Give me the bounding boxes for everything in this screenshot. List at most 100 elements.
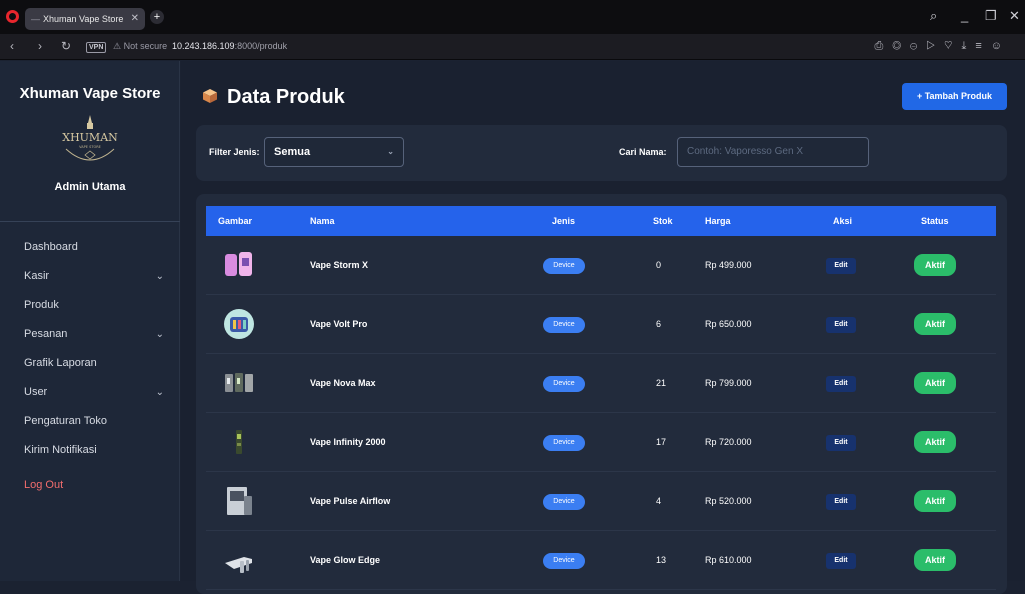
column-header: Jenis (552, 216, 576, 226)
table-row: Vape Volt Pro Device 6 Rp 650.000 Edit A… (206, 295, 996, 354)
table-header: Gambar Nama Jenis Stok Harga Aksi Status (206, 206, 996, 236)
search-name-label: Cari Nama: (619, 147, 667, 157)
column-header: Harga (705, 216, 731, 226)
restore-icon[interactable]: ❐ (985, 8, 997, 24)
not-secure-indicator[interactable]: ⚠ Not secure (113, 41, 167, 52)
logo-subtext: VAPE STORE (79, 145, 101, 149)
table-row: Vape Glow Edge Device 13 Rp 610.000 Edit… (206, 531, 996, 590)
vpn-badge[interactable]: VPN (86, 42, 107, 53)
stock-value: 13 (656, 555, 667, 565)
browser-toolbar-icons[interactable]: ⎙◎⊝▷♡⤓≡☺ (875, 40, 1011, 53)
close-icon[interactable]: ✕ (1009, 8, 1020, 24)
search-icon[interactable]: ⌕ (930, 8, 937, 24)
chevron-down-icon: ⌄ (155, 329, 164, 340)
product-name: Vape Volt Pro (310, 319, 368, 329)
edit-button[interactable]: Edit (826, 553, 856, 569)
status-toggle[interactable]: Aktif (914, 549, 956, 571)
url-field[interactable]: 10.243.186.109:8000/produk (172, 41, 287, 51)
product-name: Vape Glow Edge (310, 555, 381, 565)
edit-button[interactable]: Edit (826, 435, 856, 451)
type-badge: Device (543, 376, 585, 392)
column-header: Aksi (833, 216, 853, 226)
product-name: Vape Pulse Airflow (310, 496, 391, 506)
browser-tab[interactable]: — Xhuman Vape Store ✕ (25, 8, 145, 30)
type-badge: Device (543, 435, 585, 451)
address-bar: ‹ › ↻ VPN ⚠ Not secure 10.243.186.109:80… (0, 34, 1025, 60)
status-toggle[interactable]: Aktif (914, 490, 956, 512)
product-name: Vape Storm X (310, 260, 369, 270)
main-content: Data Produk + Tambah Produk Filter Jenis… (181, 61, 1025, 594)
status-toggle[interactable]: Aktif (914, 254, 956, 276)
sidebar-item-label: User (24, 386, 48, 398)
logo-text: XHUMAN (62, 131, 118, 144)
product-image[interactable] (222, 248, 256, 282)
sidebar-item-label: Grafik Laporan (24, 357, 97, 369)
type-badge: Device (543, 258, 585, 274)
sidebar-item-label: Pesanan (24, 328, 68, 340)
stock-value: 4 (656, 496, 662, 506)
product-name: Vape Nova Max (310, 378, 376, 388)
sidebar-item-grafik-laporan[interactable]: Grafik Laporan (0, 349, 180, 378)
table-row: Vape Nova Max Device 21 Rp 799.000 Edit … (206, 354, 996, 413)
tab-close-icon[interactable]: ✕ (131, 8, 139, 30)
chevron-down-icon: ⌄ (155, 387, 164, 398)
column-header: Status (921, 216, 949, 226)
sidebar-item-label: Dashboard (24, 241, 78, 253)
opera-logo-icon[interactable] (6, 10, 19, 23)
column-header: Nama (310, 216, 335, 226)
search-name-input[interactable]: Contoh: Vaporesso Gen X (677, 137, 869, 167)
browser-tab-bar: — Xhuman Vape Store ✕ + ⌕ _ ❐ ✕ (0, 0, 1025, 34)
sidebar-item-pengaturan-toko[interactable]: Pengaturan Toko (0, 407, 180, 436)
status-toggle[interactable]: Aktif (914, 431, 956, 453)
product-image[interactable] (222, 543, 256, 577)
sidebar-item-produk[interactable]: Produk (0, 291, 180, 320)
price-value: Rp 799.000 (705, 378, 752, 388)
edit-button[interactable]: Edit (826, 376, 856, 392)
filter-type-label: Filter Jenis: (209, 147, 260, 157)
sidebar-item-dashboard[interactable]: Dashboard (0, 233, 180, 262)
stock-value: 6 (656, 319, 662, 329)
product-image[interactable] (222, 425, 256, 459)
type-badge: Device (543, 553, 585, 569)
minimize-icon[interactable]: _ (961, 8, 968, 23)
edit-button[interactable]: Edit (826, 317, 856, 333)
chevron-down-icon: ⌄ (387, 147, 394, 156)
brand-title: Xhuman Vape Store (19, 85, 161, 102)
stock-value: 21 (656, 378, 667, 388)
column-header: Stok (653, 216, 673, 226)
sidebar-item-label: Pengaturan Toko (24, 415, 107, 427)
sidebar-menu: Dashboard Kasir ⌄ Produk Pesanan ⌄ Grafik … (0, 233, 180, 500)
table-row: Vape Infinity 2000 Device 17 Rp 720.000 … (206, 413, 996, 472)
type-badge: Device (543, 317, 585, 333)
column-header: Gambar (218, 216, 253, 226)
product-table: Gambar Nama Jenis Stok Harga Aksi Status… (196, 194, 1007, 594)
product-image[interactable] (222, 307, 256, 341)
forward-icon[interactable]: › (38, 39, 42, 53)
url-host: 10.243.186.109 (172, 41, 235, 51)
sidebar-item-kirim-notifikasi[interactable]: Kirim Notifikasi (0, 436, 180, 465)
logout-link[interactable]: Log Out (0, 471, 180, 500)
status-toggle[interactable]: Aktif (914, 372, 956, 394)
sidebar-divider (0, 221, 180, 222)
sidebar-item-label: Produk (24, 299, 59, 311)
status-toggle[interactable]: Aktif (914, 313, 956, 335)
filter-type-value: Semua (274, 146, 311, 158)
back-icon[interactable]: ‹ (10, 39, 14, 53)
add-product-button[interactable]: + Tambah Produk (902, 83, 1007, 110)
sidebar-item-kasir[interactable]: Kasir ⌄ (0, 262, 180, 291)
product-image[interactable] (222, 366, 256, 400)
sidebar-item-label: Kasir (24, 270, 50, 282)
sidebar-item-pesanan[interactable]: Pesanan ⌄ (0, 320, 180, 349)
filter-type-select[interactable]: Semua ⌄ (264, 137, 404, 167)
table-row: Vape Storm X Device 0 Rp 499.000 Edit Ak… (206, 236, 996, 295)
type-badge: Device (543, 494, 585, 510)
admin-name: Admin Utama (54, 181, 126, 193)
edit-button[interactable]: Edit (826, 258, 856, 274)
tab-favicon-icon: — (31, 14, 40, 24)
price-value: Rp 720.000 (705, 437, 752, 447)
sidebar-item-user[interactable]: User ⌄ (0, 378, 180, 407)
product-image[interactable] (222, 484, 256, 518)
edit-button[interactable]: Edit (826, 494, 856, 510)
reload-icon[interactable]: ↻ (61, 39, 71, 53)
new-tab-button[interactable]: + (150, 10, 164, 24)
